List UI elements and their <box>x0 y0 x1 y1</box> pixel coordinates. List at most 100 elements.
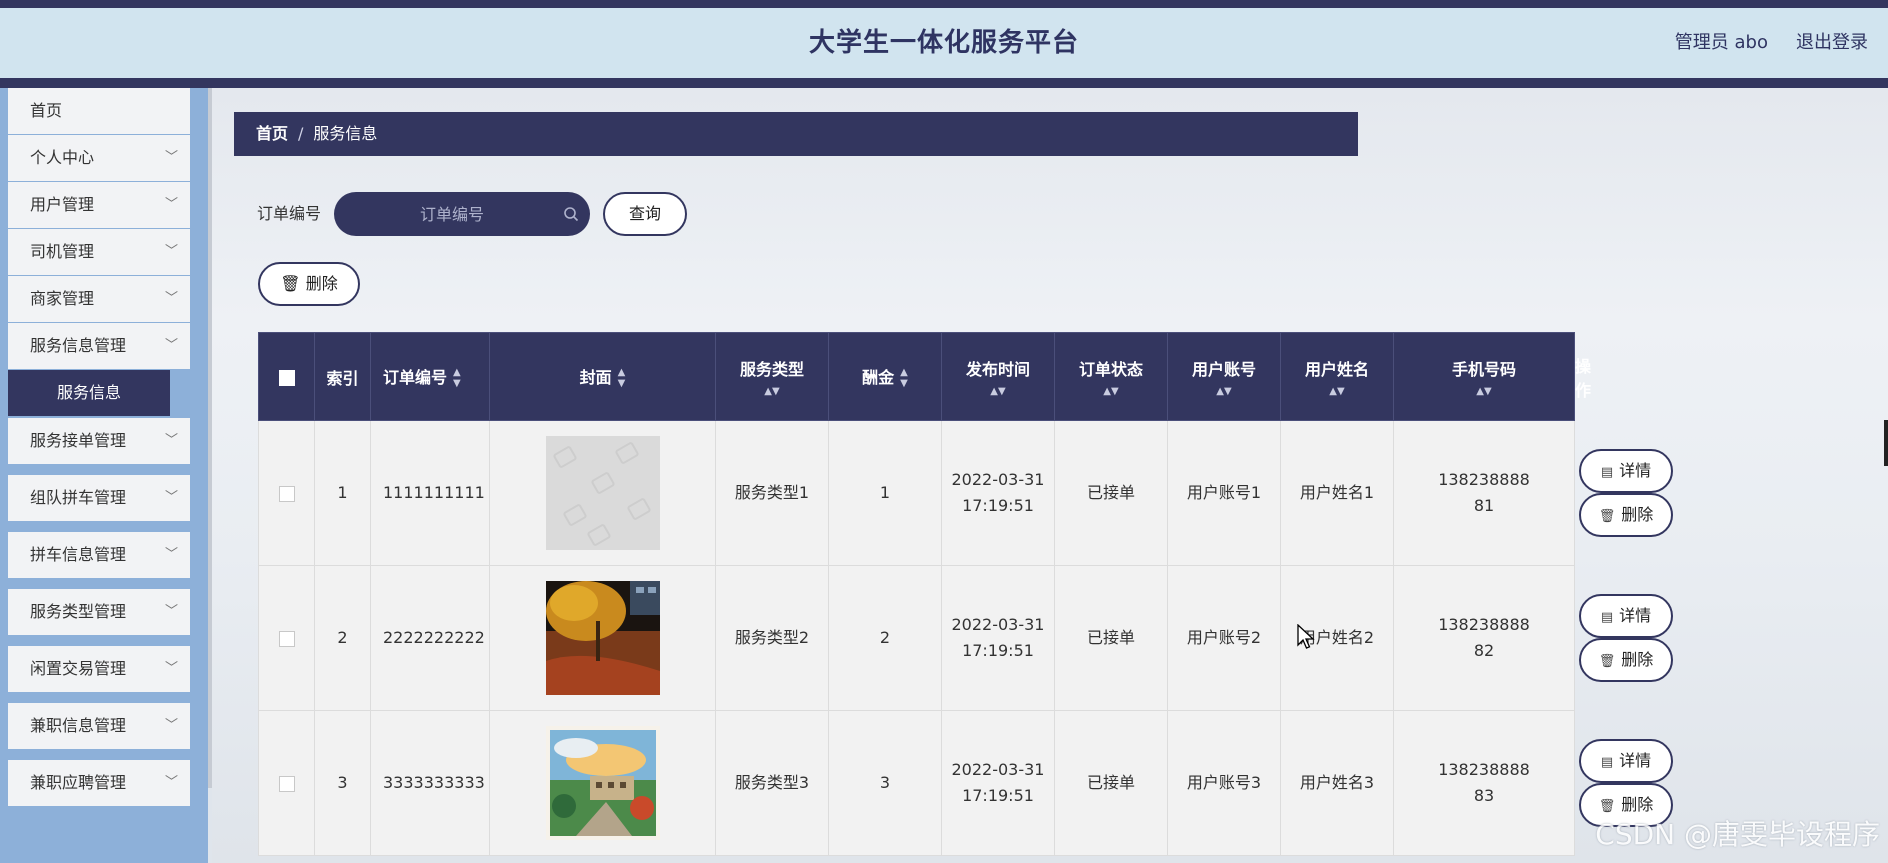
batch-delete-label: 删除 <box>305 274 338 293</box>
sidebar: 首页 个人中心 ﹀ 用户管理 ﹀ 司机管理 ﹀ 商家管理 ﹀ 服务信息管理 ﹀ 服务信息 … <box>0 88 208 863</box>
row-checkbox[interactable] <box>278 630 295 647</box>
table-row: 3 3333333333 服务类型3 3 2022-03-31 17:19:51… <box>258 710 1673 856</box>
sidebar-item-label: 组队拼车管理 <box>30 488 127 507</box>
phone-part-1: 138238888 <box>1438 470 1530 489</box>
col-order-no[interactable]: 订单编号 ▲ ▼ <box>370 332 490 421</box>
select-all-checkbox[interactable] <box>278 369 295 386</box>
sidebar-item-parttime-application-management[interactable]: 兼职应聘管理 ﹀ <box>8 760 190 806</box>
watermark: CSDN @唐雯毕设程序 <box>1595 818 1880 851</box>
cell-phone: 138238888 81 <box>1393 420 1575 566</box>
cover-image-placeholder[interactable] <box>545 436 660 550</box>
header-divider <box>0 78 1888 88</box>
phone-part-1: 138238888 <box>1438 615 1530 634</box>
query-button[interactable]: 查询 <box>603 192 687 236</box>
sidebar-item-label: 服务信息管理 <box>30 336 127 355</box>
cover-image-painted-town[interactable] <box>545 726 660 840</box>
sidebar-item-label: 用户管理 <box>30 195 95 214</box>
chevron-down-icon: ﹀ <box>164 150 178 165</box>
cell-status: 已接单 <box>1054 420 1168 566</box>
sidebar-item-label: 司机管理 <box>30 242 95 261</box>
sidebar-item-service-type-management[interactable]: 服务类型管理 ﹀ <box>8 589 190 635</box>
sidebar-item-driver-management[interactable]: 司机管理 ﹀ <box>8 229 190 275</box>
mouse-cursor-icon <box>1297 624 1315 649</box>
col-reward[interactable]: 酬金 ▲ ▼ <box>828 332 942 421</box>
sort-icon[interactable]: ▲▼ <box>942 386 1054 397</box>
col-name[interactable]: 用户姓名 ▲▼ <box>1280 332 1394 421</box>
sidebar-item-service-order-management[interactable]: 服务接单管理 ﹀ <box>8 418 190 464</box>
order-number-input[interactable] <box>334 192 590 236</box>
breadcrumb-home[interactable]: 首页 <box>256 124 288 143</box>
trash-icon: 🗑 <box>1598 654 1616 669</box>
cell-reward: 3 <box>828 710 942 856</box>
batch-delete-button[interactable]: 🗑 删除 <box>258 262 360 306</box>
breadcrumb-separator: / <box>298 124 304 143</box>
col-status[interactable]: 订单状态 ▲▼ <box>1054 332 1168 421</box>
chevron-down-icon: ﹀ <box>164 490 178 505</box>
phone-part-2: 81 <box>1473 496 1495 515</box>
sidebar-item-user-management[interactable]: 用户管理 ﹀ <box>8 182 190 228</box>
col-publish-time[interactable]: 发布时间 ▲▼ <box>941 332 1055 421</box>
cell-service-type: 服务类型3 <box>715 710 829 856</box>
sidebar-item-home[interactable]: 首页 <box>8 88 190 134</box>
cell-publish-time: 2022-03-31 17:19:51 <box>941 565 1055 711</box>
chevron-down-icon: ﹀ <box>164 197 178 212</box>
sidebar-item-label: 闲置交易管理 <box>30 659 127 678</box>
col-account[interactable]: 用户账号 ▲▼ <box>1167 332 1281 421</box>
cell-account: 用户账号3 <box>1167 710 1281 856</box>
table-row: 1 1111111111 服务类型1 1 2022-03-31 17:19:51… <box>258 420 1673 566</box>
chevron-down-icon: ﹀ <box>164 433 178 448</box>
trash-icon: 🗑 <box>1598 799 1616 814</box>
cell-cover <box>489 420 716 566</box>
sort-icon[interactable]: ▲▼ <box>453 367 461 389</box>
sidebar-item-label: 兼职信息管理 <box>30 716 127 735</box>
cell-order-no: 1111111111 <box>370 420 490 566</box>
col-service-type[interactable]: 服务类型 ▲▼ <box>715 332 829 421</box>
col-cover[interactable]: 封面 ▲ ▼ <box>489 332 716 421</box>
detail-button[interactable]: ▤ 详情 <box>1579 449 1673 493</box>
sort-icon[interactable]: ▲▼ <box>1281 386 1393 397</box>
search-box[interactable] <box>334 192 590 236</box>
cell-index: 2 <box>314 565 371 711</box>
sort-icon[interactable]: ▲▼ <box>900 367 908 389</box>
sidebar-item-carpool-info-management[interactable]: 拼车信息管理 ﹀ <box>8 532 190 578</box>
sort-icon[interactable]: ▲▼ <box>1168 386 1280 397</box>
logout-link[interactable]: 退出登录 <box>1796 8 1868 78</box>
sidebar-item-service-info-management[interactable]: 服务信息管理 ﹀ <box>8 323 190 369</box>
cell-reward: 1 <box>828 420 942 566</box>
detail-button[interactable]: ▤ 详情 <box>1579 594 1673 638</box>
table-row: 2 2222222222 服务类型2 2 2022-03-31 17:19:51… <box>258 565 1673 711</box>
sidebar-item-secondhand-management[interactable]: 闲置交易管理 ﹀ <box>8 646 190 692</box>
cell-index: 3 <box>314 710 371 856</box>
row-checkbox[interactable] <box>278 775 295 792</box>
cell-index: 1 <box>314 420 371 566</box>
sort-icon[interactable]: ▲▼ <box>618 367 626 389</box>
sidebar-item-parttime-info-management[interactable]: 兼职信息管理 ﹀ <box>8 703 190 749</box>
cell-phone: 138238888 82 <box>1393 565 1575 711</box>
row-select-cell <box>258 420 315 566</box>
sort-icon[interactable]: ▲▼ <box>716 386 828 397</box>
row-checkbox[interactable] <box>278 485 295 502</box>
chevron-down-icon: ﹀ <box>164 291 178 306</box>
sidebar-item-personal-center[interactable]: 个人中心 ﹀ <box>8 135 190 181</box>
trash-icon: 🗑 <box>1598 509 1616 524</box>
delete-button[interactable]: 🗑 删除 <box>1579 638 1673 682</box>
phone-part-2: 82 <box>1473 641 1495 660</box>
detail-button[interactable]: ▤ 详情 <box>1579 739 1673 783</box>
sidebar-item-carpool-team-management[interactable]: 组队拼车管理 ﹀ <box>8 475 190 521</box>
phone-part-1: 138238888 <box>1438 760 1530 779</box>
publish-date: 2022-03-31 <box>951 615 1045 634</box>
search-icon[interactable] <box>562 205 580 223</box>
delete-button[interactable]: 🗑 删除 <box>1579 493 1673 537</box>
col-phone[interactable]: 手机号码 ▲▼ <box>1393 332 1575 421</box>
header: 大学生一体化服务平台 管理员 abo 退出登录 <box>0 8 1888 78</box>
cell-cover <box>489 565 716 711</box>
cell-service-type: 服务类型1 <box>715 420 829 566</box>
sidebar-item-label: 服务接单管理 <box>30 431 127 450</box>
sort-icon[interactable]: ▲▼ <box>1394 386 1574 397</box>
row-select-cell <box>258 710 315 856</box>
search-label: 订单编号 <box>257 204 322 223</box>
cover-image-autumn[interactable] <box>545 581 660 695</box>
sort-icon[interactable]: ▲▼ <box>1055 386 1167 397</box>
sidebar-subitem-service-info[interactable]: 服务信息 <box>8 370 170 416</box>
sidebar-item-merchant-management[interactable]: 商家管理 ﹀ <box>8 276 190 322</box>
